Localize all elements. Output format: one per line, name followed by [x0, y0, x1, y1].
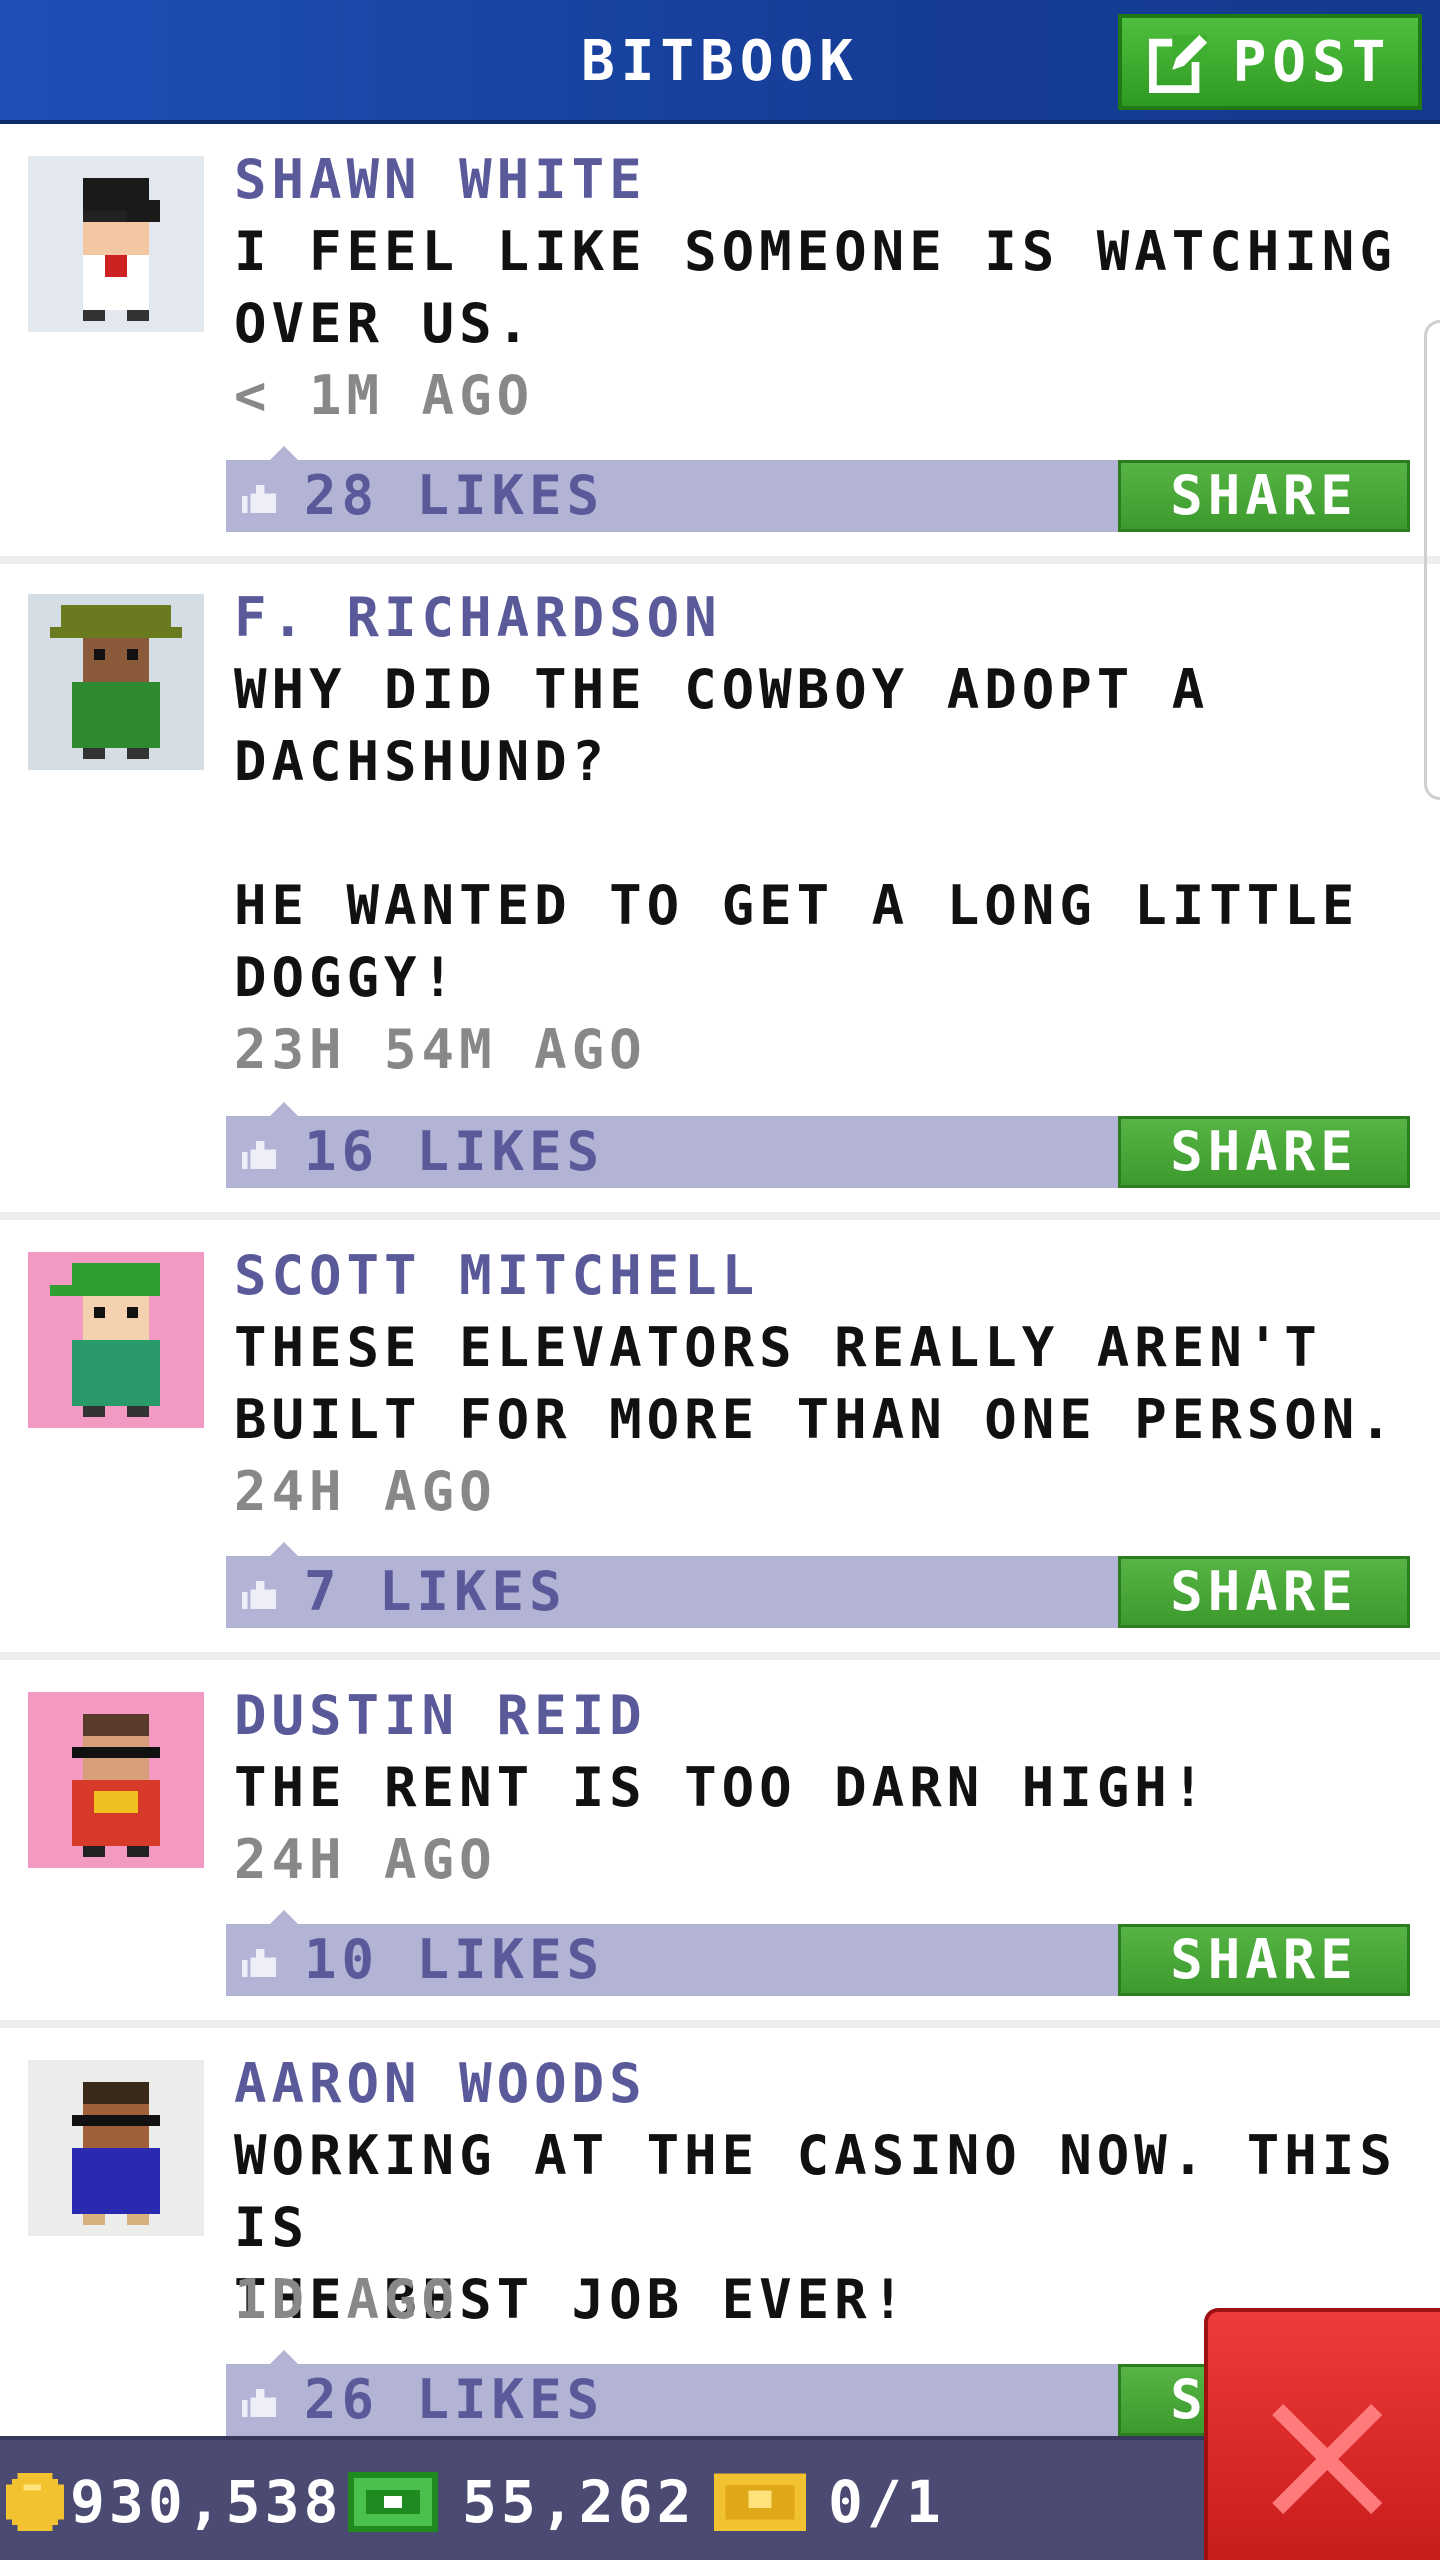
post-author[interactable]: F. RICHARDSON [234, 582, 722, 654]
likes-count: 26 LIKES [304, 2368, 605, 2431]
post-author[interactable]: AARON WOODS [234, 2048, 647, 2120]
like-icon[interactable] [242, 2388, 276, 2418]
bux-display: 55,262 [348, 2440, 696, 2560]
post-card: SHAWN WHITE I FEEL LIKE SOMEONE IS WATCH… [0, 124, 1440, 564]
post-label: POST [1232, 29, 1392, 95]
likes-bar: 10 LIKES SHARE [226, 1910, 1410, 1996]
likes-count: 28 LIKES [304, 464, 605, 527]
share-button[interactable]: SHARE [1118, 460, 1410, 532]
like-icon[interactable] [242, 1948, 276, 1978]
ticket-icon [714, 2473, 806, 2531]
avatar[interactable] [28, 594, 204, 770]
post-author[interactable]: DUSTIN REID [234, 1680, 647, 1752]
coins-value: 930,538 [70, 2468, 343, 2536]
likes-count: 16 LIKES [304, 1120, 605, 1183]
share-button[interactable]: SHARE [1118, 1924, 1410, 1996]
post-author[interactable]: SCOTT MITCHELL [234, 1240, 759, 1312]
avatar[interactable] [28, 2060, 204, 2236]
app-header: BITBOOK POST [0, 0, 1440, 124]
likes-bar: 28 LIKES SHARE [226, 446, 1410, 532]
edit-icon [1148, 34, 1207, 93]
tickets-display: 0/1 [714, 2440, 945, 2560]
post-text: I FEEL LIKE SOMEONE IS WATCHING OVER US. [234, 220, 1397, 355]
post-time: 24H AGO [234, 1460, 497, 1523]
post-text: THESE ELEVATORS REALLY AREN'T BUILT FOR … [234, 1316, 1397, 1451]
post-card: DUSTIN REID THE RENT IS TOO DARN HIGH! 2… [0, 1660, 1440, 2028]
post-time: 23H 54M AGO [234, 1018, 647, 1081]
close-button[interactable] [1204, 2308, 1440, 2560]
post-card: F. RICHARDSON WHY DID THE COWBOY ADOPT A… [0, 564, 1440, 1220]
post-author[interactable]: SHAWN WHITE [234, 144, 647, 216]
post-text: THE RENT IS TOO DARN HIGH! [234, 1756, 1210, 1819]
coins-display: 930,538 [6, 2440, 342, 2560]
coin-icon [6, 2473, 64, 2531]
post-time: 1D AGO [234, 2268, 460, 2331]
like-icon[interactable] [242, 484, 276, 514]
bux-icon [348, 2472, 438, 2532]
close-icon [1272, 2404, 1382, 2514]
post-card: SCOTT MITCHELL THESE ELEVATORS REALLY AR… [0, 1220, 1440, 1660]
likes-bar: 7 LIKES SHARE [226, 1542, 1410, 1628]
post-time: < 1M AGO [234, 364, 535, 427]
post-time: 24H AGO [234, 1828, 497, 1891]
bux-value: 55,262 [462, 2468, 696, 2536]
scrollbar[interactable] [1424, 320, 1440, 800]
post-text: WHY DID THE COWBOY ADOPT A DACHSHUND? HE… [234, 658, 1360, 1009]
likes-count: 7 LIKES [304, 1560, 567, 1623]
avatar[interactable] [28, 1692, 204, 1868]
avatar[interactable] [28, 1252, 204, 1428]
like-icon[interactable] [242, 1140, 276, 1170]
likes-count: 10 LIKES [304, 1928, 605, 1991]
post-button[interactable]: POST [1118, 14, 1422, 110]
share-button[interactable]: SHARE [1118, 1556, 1410, 1628]
like-icon[interactable] [242, 1580, 276, 1610]
tickets-value: 0/1 [828, 2468, 945, 2536]
avatar[interactable] [28, 156, 204, 332]
likes-bar: 16 LIKES SHARE [226, 1102, 1410, 1188]
share-button[interactable]: SHARE [1118, 1116, 1410, 1188]
